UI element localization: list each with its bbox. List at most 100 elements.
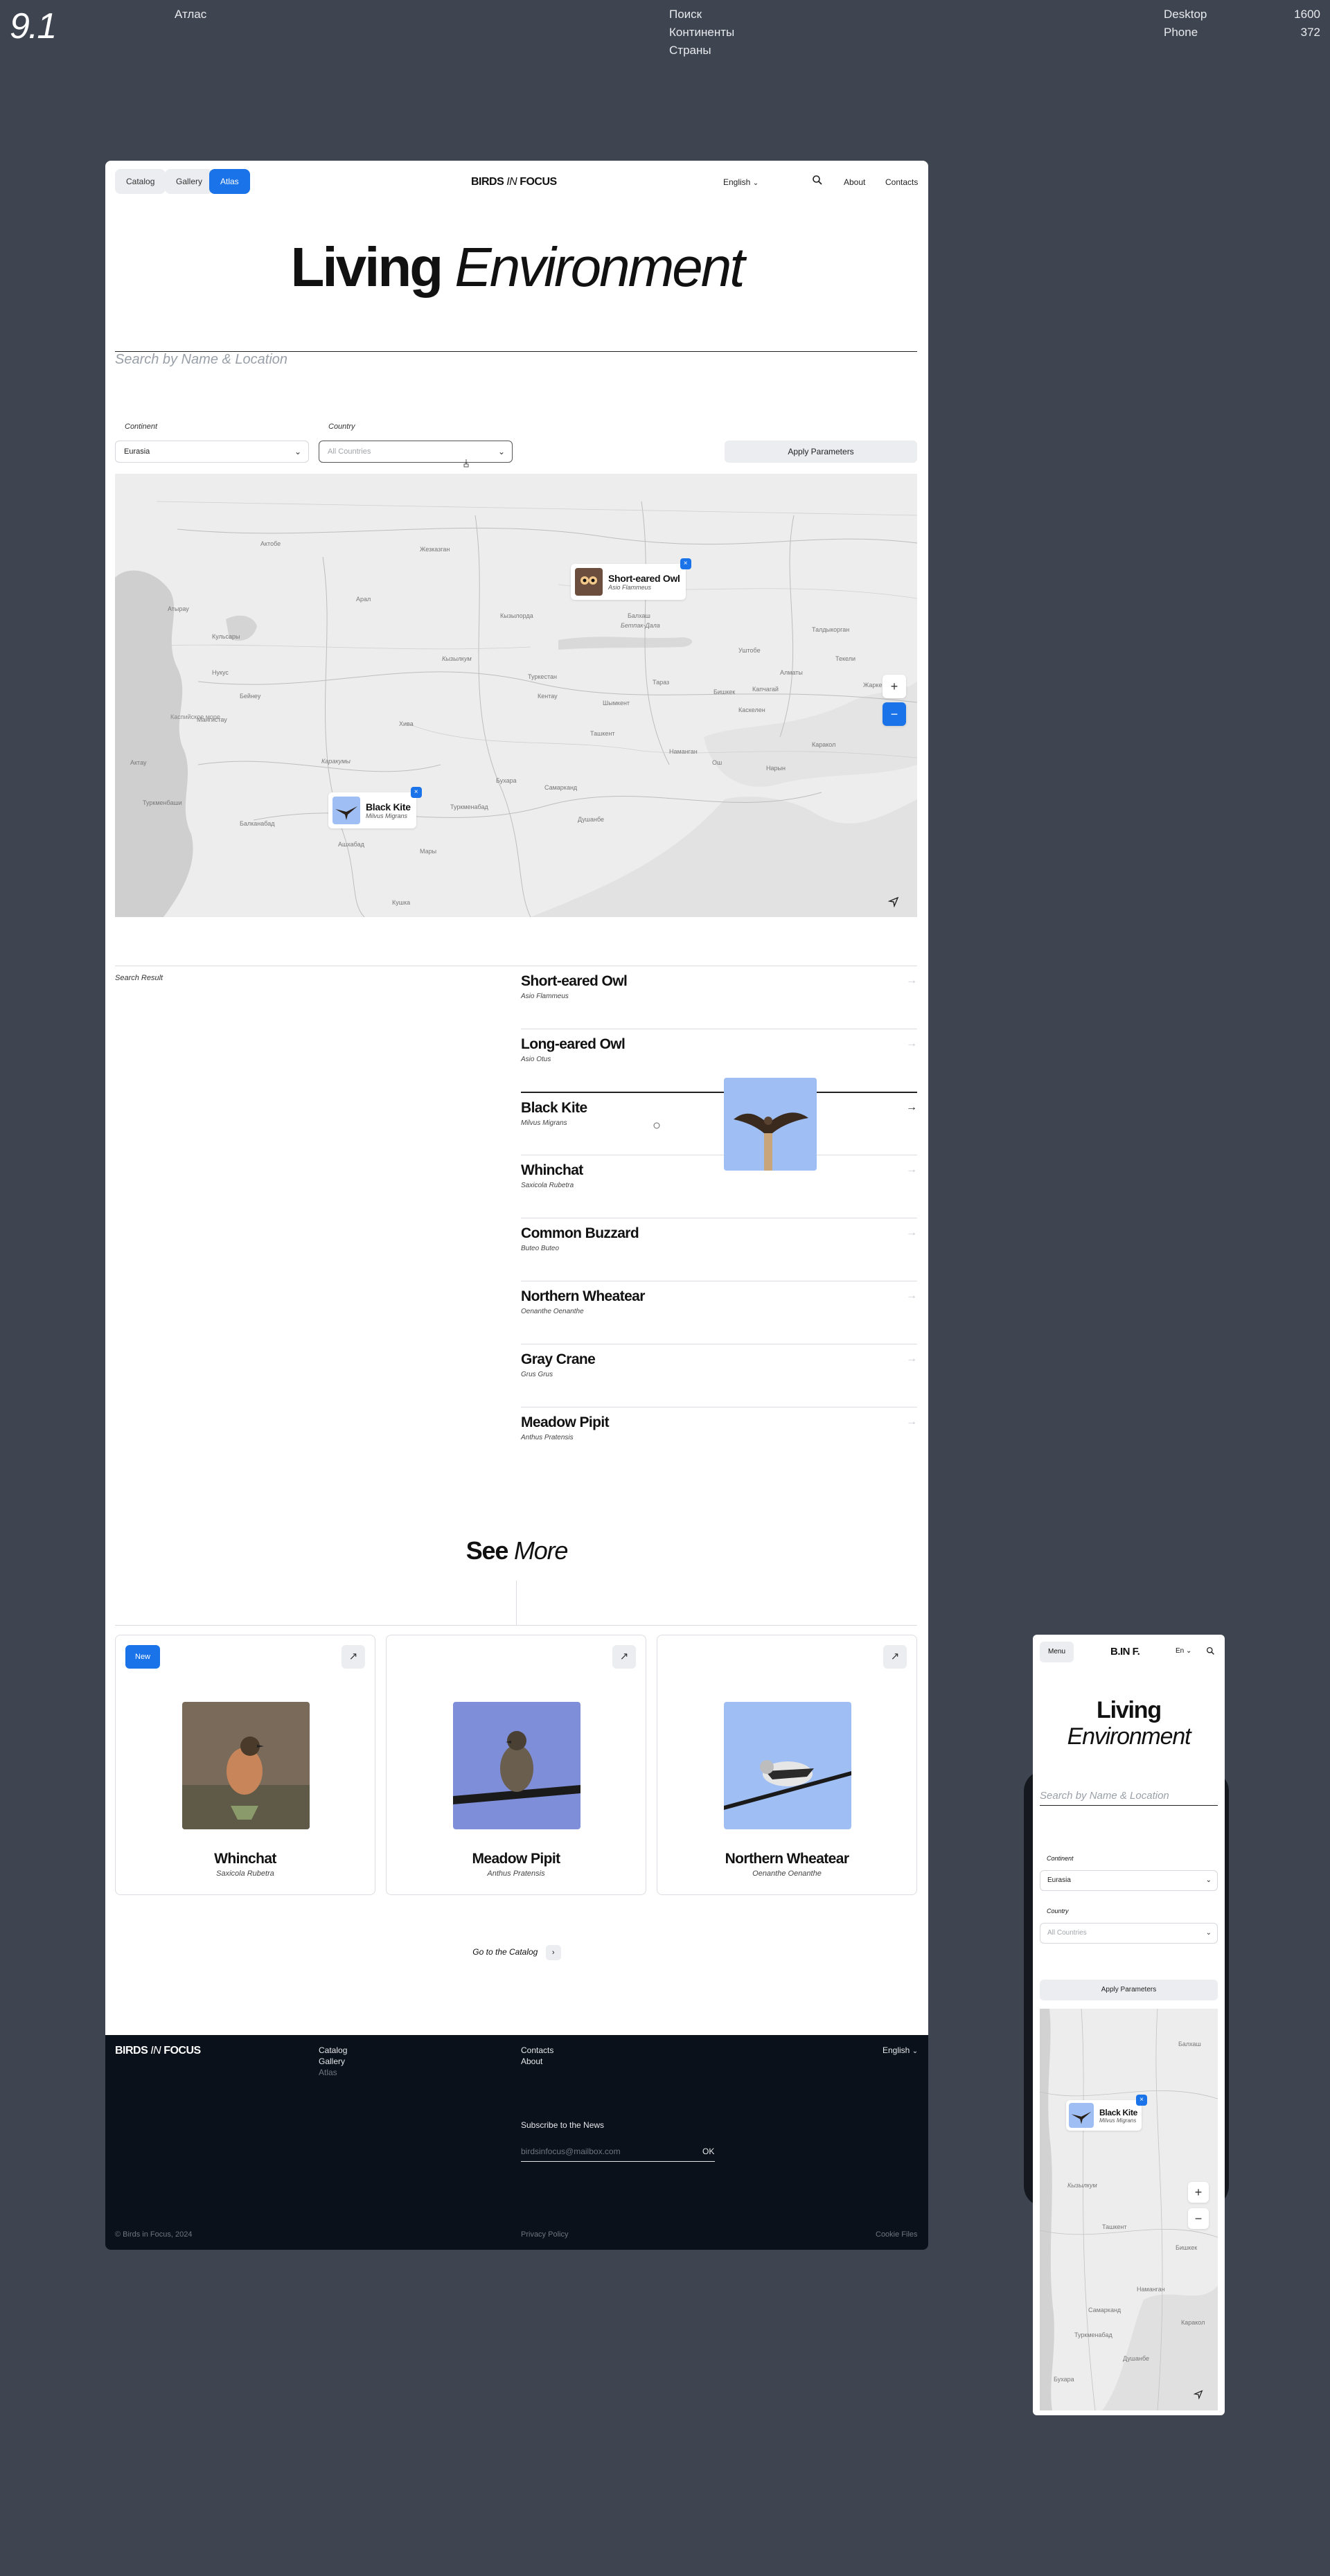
phone-continent-select[interactable]: Eurasia ⌄ — [1040, 1870, 1218, 1891]
language-select[interactable]: English ⌄ — [723, 177, 759, 187]
tab-gallery[interactable]: Gallery — [165, 169, 214, 194]
privacy-policy-link[interactable]: Privacy Policy — [521, 2230, 568, 2239]
map-marker-black-kite[interactable]: Black Kite Milvus Migrans × — [328, 787, 422, 828]
phone-zoom-out-button[interactable]: − — [1188, 2208, 1209, 2229]
phone-continent-label: Continent — [1047, 1855, 1074, 1862]
phone-page: Menu B.IN F. En ⌄ Living Environment Sea… — [1033, 1635, 1225, 2415]
external-link-icon[interactable]: ↗ — [883, 1645, 907, 1669]
search-icon[interactable] — [812, 175, 823, 189]
map-label: Бейнеу — [240, 693, 261, 700]
bird-photo-whinchat — [182, 1702, 310, 1829]
phone-map-marker-black-kite[interactable]: Black Kite Milvus Migrans × — [1066, 2095, 1148, 2131]
map-label: Талдыкорган — [812, 626, 850, 633]
chevron-down-icon: ⌄ — [1205, 1876, 1212, 1884]
zoom-out-button[interactable]: − — [883, 702, 906, 726]
phone-country-select[interactable]: All Countries ⌄ — [1040, 1923, 1218, 1944]
nav-contacts-link[interactable]: Contacts — [885, 177, 918, 187]
result-row[interactable]: Long-eared Owl Asio Otus → — [521, 1029, 917, 1092]
phone-language-select[interactable]: En ⌄ — [1176, 1647, 1191, 1655]
copyright: © Birds in Focus, 2024 — [115, 2230, 193, 2239]
map-label: Актау — [130, 759, 147, 766]
card-name: Northern Wheatear — [725, 1851, 849, 1867]
email-input[interactable]: birdsinfocus@mailbox.com — [521, 2146, 621, 2157]
tab-atlas[interactable]: Atlas — [209, 169, 250, 194]
footer-link-contacts[interactable]: Contacts — [521, 2045, 553, 2056]
zoom-in-button[interactable]: + — [883, 675, 906, 698]
phone-search-input[interactable]: Search by Name & Location — [1040, 1790, 1169, 1802]
map-marker-short-eared-owl[interactable]: Short-eared Owl Asio Flammeus × — [571, 558, 691, 600]
bird-card[interactable]: ↗ Meadow Pipit Anthus Pratensis — [386, 1635, 646, 1895]
arrow-right-icon: → — [906, 1227, 917, 1238]
result-row[interactable]: Meadow Pipit Anthus Pratensis → — [521, 1407, 917, 1470]
result-latin: Anthus Pratensis — [521, 1434, 574, 1441]
brand-part: IN — [150, 2045, 161, 2057]
bird-card[interactable]: ↗ Northern Wheatear Oenanthe Oenanthe — [657, 1635, 917, 1895]
close-icon[interactable]: × — [1136, 2095, 1148, 2106]
map-label: Наманган — [669, 748, 698, 755]
result-latin: Oenanthe Oenanthe — [521, 1308, 584, 1315]
phone-brand-logo[interactable]: B.IN F. — [1110, 1646, 1140, 1658]
cookie-files-link[interactable]: Cookie Files — [876, 2230, 918, 2239]
brand-logo[interactable]: BIRDS IN FOCUS — [471, 176, 557, 188]
result-row-active[interactable]: Black Kite Milvus Migrans → — [521, 1092, 917, 1155]
marker-name: Short-eared Owl — [608, 573, 680, 584]
kite-thumbnail — [332, 797, 360, 824]
topic-item: Континенты — [669, 26, 735, 39]
bird-card[interactable]: New ↗ Whinchat Saxicola Rubetra — [115, 1635, 375, 1895]
menu-button[interactable]: Menu — [1040, 1642, 1074, 1662]
result-row[interactable]: Gray Crane Grus Grus → — [521, 1344, 917, 1407]
search-input[interactable]: Search by Name & Location — [115, 352, 287, 368]
footer-link-catalog[interactable]: Catalog — [319, 2045, 347, 2056]
result-row[interactable]: Northern Wheatear Oenanthe Oenanthe → — [521, 1281, 917, 1344]
phone-atlas-map[interactable]: Кызылкум Ташкент Бишкек Самарканд Туркме… — [1040, 2009, 1218, 2410]
section-title: Атлас — [175, 8, 207, 21]
nav-about-link[interactable]: About — [844, 177, 865, 187]
result-row[interactable]: Short-eared Owl Asio Flammeus → — [521, 966, 917, 1029]
map-label: Кызылорда — [500, 612, 533, 619]
bird-photo-meadow-pipit — [453, 1702, 580, 1829]
phone-zoom-in-button[interactable]: + — [1188, 2182, 1209, 2203]
result-row[interactable]: Common Buzzard Buteo Buteo → — [521, 1218, 917, 1281]
subscribe-ok-button[interactable]: OK — [702, 2146, 714, 2157]
navigation-arrow-icon[interactable] — [1193, 2390, 1203, 2403]
see-more-bold: See — [466, 1536, 509, 1565]
close-icon[interactable]: × — [680, 558, 691, 569]
footer-brand-logo[interactable]: BIRDS IN FOCUS — [115, 2045, 201, 2057]
map-label: Каскелен — [738, 707, 765, 713]
see-more-italic: More — [514, 1536, 568, 1565]
go-to-catalog-link[interactable]: Go to the Catalog › — [105, 1945, 928, 1960]
map-label: Атырау — [168, 605, 189, 612]
footer-link-gallery[interactable]: Gallery — [319, 2056, 345, 2067]
result-name: Black Kite — [521, 1100, 587, 1116]
result-row[interactable]: Whinchat Saxicola Rubetra → — [521, 1155, 917, 1218]
map-label: Ош — [712, 759, 722, 766]
external-link-icon[interactable]: ↗ — [342, 1645, 365, 1669]
brand-part: FOCUS — [520, 176, 557, 188]
arrow-right-icon: → — [906, 1353, 917, 1365]
atlas-map[interactable]: Каспийское море Кызылкум Каракумы Балхаш… — [115, 474, 917, 917]
external-link-icon[interactable]: ↗ — [612, 1645, 636, 1669]
arrow-right-icon: → — [906, 1290, 917, 1302]
search-icon[interactable] — [1206, 1646, 1215, 1659]
map-label: Ташкент — [590, 730, 615, 737]
chevron-down-icon: ⌄ — [497, 447, 505, 456]
footer-link-about[interactable]: About — [521, 2056, 542, 2067]
map-label: Балхаш — [628, 612, 650, 619]
title-italic: Environment — [1067, 1723, 1191, 1750]
phone-apply-parameters-button[interactable]: Apply Parameters — [1040, 1980, 1218, 2000]
map-label: Каракол — [812, 741, 836, 748]
map-label: Самарканд — [1088, 2307, 1121, 2313]
tab-catalog[interactable]: Catalog — [115, 169, 166, 194]
footer-link-atlas[interactable]: Atlas — [319, 2067, 337, 2078]
navigation-arrow-icon[interactable] — [887, 896, 899, 911]
owl-thumbnail — [575, 568, 603, 596]
country-select[interactable]: All Countries ⌄ — [319, 441, 513, 463]
card-latin: Saxicola Rubetra — [216, 1869, 274, 1878]
continent-select[interactable]: Eurasia ⌄ — [115, 441, 309, 463]
close-icon[interactable]: × — [410, 787, 422, 798]
map-label: Каракумы — [321, 758, 351, 765]
apply-parameters-button[interactable]: Apply Parameters — [725, 441, 917, 463]
viewport-widths: 1600 372 — [1291, 6, 1320, 42]
language-label: En — [1176, 1647, 1185, 1655]
footer-language-select[interactable]: English ⌄ — [883, 2045, 918, 2057]
